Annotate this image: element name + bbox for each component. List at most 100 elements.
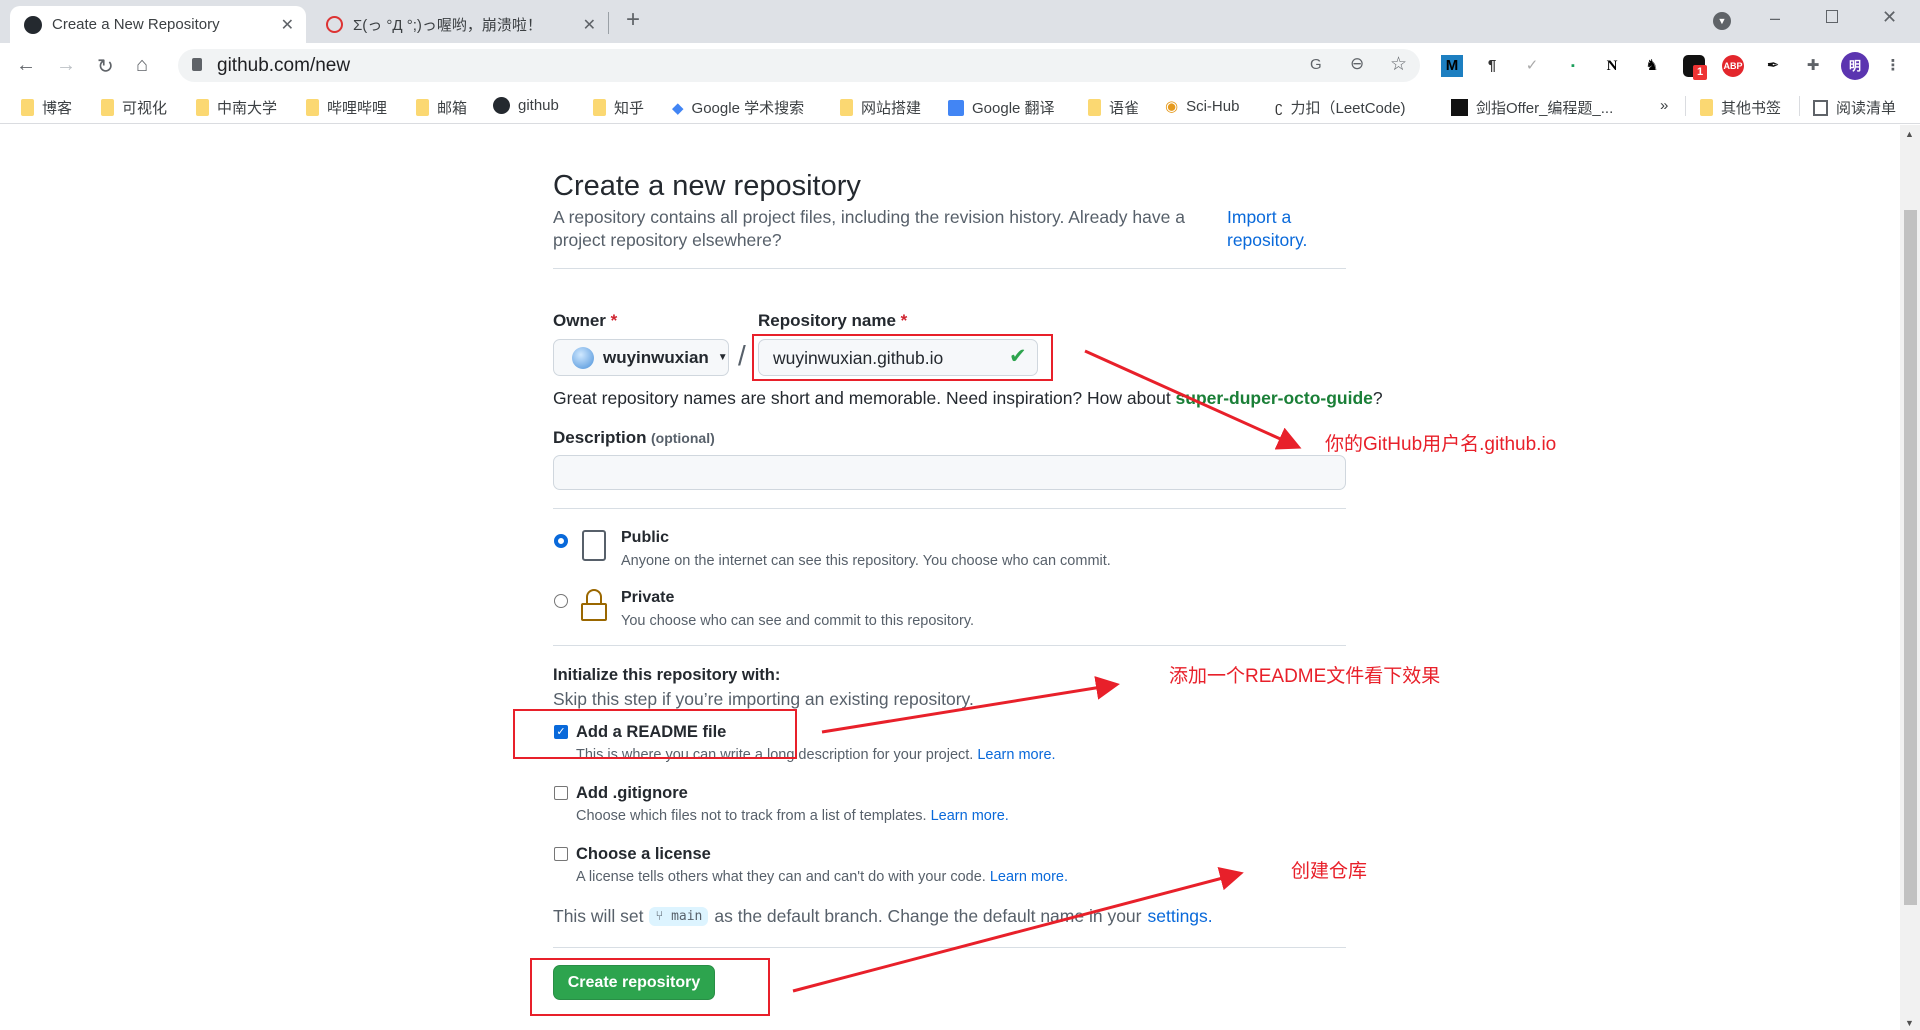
settings-link[interactable]: settings. (1147, 906, 1212, 927)
bookmark-item[interactable]: 剑指Offer_编程题_... (1451, 97, 1613, 118)
import-repository-link[interactable]: Import a repository. (1227, 206, 1317, 252)
bookmark-item[interactable]: 邮箱 (416, 97, 467, 118)
learn-more-link[interactable]: Learn more. (977, 747, 1055, 763)
scrollbar-thumb[interactable] (1904, 210, 1917, 905)
minimize-icon[interactable]: – (1770, 8, 1780, 29)
forward-icon[interactable]: → (56, 54, 76, 77)
suggested-name-link[interactable]: super-duper-octo-guide (1176, 388, 1373, 408)
extension-bird-icon[interactable]: ♞ (1641, 55, 1663, 77)
option-desc: Choose which files not to track from a l… (576, 808, 927, 824)
url-text[interactable]: github.com/new (217, 55, 350, 77)
init-title: Initialize this repository with: (553, 666, 781, 684)
extensions-puzzle-icon[interactable]: ✚ (1802, 55, 1824, 77)
bookmark-divider (1799, 96, 1800, 116)
folder-icon (1088, 99, 1101, 116)
reload-icon[interactable]: ↻ (97, 54, 114, 79)
translate-icon[interactable]: G (1310, 56, 1322, 73)
private-label[interactable]: Private (621, 589, 674, 607)
home-icon[interactable]: ⌂ (136, 54, 148, 77)
bookmark-item[interactable]: 中南大学 (196, 97, 277, 118)
divider (553, 947, 1346, 948)
private-description: You choose who can see and commit to thi… (621, 613, 975, 629)
back-icon[interactable]: ← (16, 54, 36, 77)
page-subtitle: A repository contains all project files,… (553, 207, 1185, 250)
bookmark-item[interactable]: ◉ Sci-Hub (1165, 97, 1239, 116)
extension-n-icon[interactable]: N (1601, 55, 1623, 77)
other-bookmarks[interactable]: 其他书签 (1700, 97, 1781, 118)
tab-divider (608, 12, 609, 34)
zoom-icon[interactable]: ⊖ (1350, 54, 1364, 74)
bookmark-label: 阅读清单 (1836, 100, 1897, 117)
bookmark-item[interactable]: 知乎 (593, 97, 644, 118)
close-tab-icon[interactable]: ✕ (281, 15, 294, 35)
bookmark-label: 可视化 (122, 100, 168, 117)
bookmarks-overflow-button[interactable]: » (1660, 97, 1668, 114)
annotation-create: 创建仓库 (1291, 861, 1368, 882)
gitignore-checkbox[interactable] (554, 786, 568, 800)
address-bar[interactable]: github.com/new G ⊖ ☆ (178, 49, 1420, 82)
bookmark-item[interactable]: 哔哩哔哩 (306, 97, 387, 118)
public-radio[interactable] (554, 534, 568, 548)
bookmark-label: Google 学术搜索 (691, 100, 805, 117)
tab-create-repository[interactable]: Create a New Repository ✕ (10, 6, 306, 43)
bookmark-label: 语雀 (1109, 100, 1140, 117)
branch-badge: ⑂ main (649, 907, 709, 926)
scroll-down-icon[interactable]: ▼ (1905, 1018, 1914, 1028)
optional-tag: (optional) (650, 430, 715, 446)
repo-name-label: Repository name * (758, 311, 907, 331)
extension-green-icon[interactable]: ▪ (1562, 55, 1584, 77)
close-window-icon[interactable]: ✕ (1882, 7, 1897, 28)
bookmark-item[interactable]: ◆ Google 学术搜索 (672, 97, 804, 118)
repo-label-text: Repository name (758, 311, 896, 330)
new-tab-button[interactable]: + (626, 6, 640, 34)
menu-icon[interactable]: ⋮ (1882, 55, 1904, 77)
github-icon (24, 15, 42, 34)
extension-feather-icon[interactable]: ✒ (1762, 55, 1784, 77)
owner-select[interactable]: wuyinwuxian ▼ (553, 339, 729, 376)
folder-icon (306, 99, 319, 116)
gitignore-label[interactable]: Add .gitignore (576, 784, 688, 803)
profile-avatar[interactable]: 明 (1841, 52, 1869, 80)
owner-repo-separator: / (738, 340, 746, 371)
folder-icon (196, 99, 209, 116)
public-label[interactable]: Public (621, 529, 669, 547)
close-tab-icon[interactable]: ✕ (583, 15, 596, 35)
adblock-icon[interactable]: ABP (1722, 55, 1744, 77)
restore-icon[interactable] (1826, 10, 1838, 23)
learn-more-link[interactable]: Learn more. (931, 808, 1009, 824)
owner-avatar (572, 346, 594, 369)
bookmark-item[interactable]: 语雀 (1088, 97, 1139, 118)
extension-m-icon[interactable]: M (1441, 55, 1463, 77)
extension-check-icon[interactable]: ✓ (1521, 55, 1543, 77)
learn-more-link[interactable]: Learn more. (990, 869, 1068, 885)
google-translate-icon (948, 99, 964, 116)
bookmark-item[interactable]: ʗ 力扣（LeetCode) (1275, 97, 1406, 118)
reading-list-icon (1813, 99, 1828, 116)
annotation-repo-name: 你的GitHub用户名.github.io (1325, 434, 1557, 455)
folder-icon (416, 99, 429, 116)
tab-search-icon[interactable]: ▼ (1713, 12, 1731, 30)
scrollbar[interactable]: ▲ ▼ (1900, 125, 1920, 1030)
bookmark-item[interactable]: Google 翻译 (948, 97, 1055, 118)
scroll-up-icon[interactable]: ▲ (1905, 129, 1914, 139)
folder-icon (1700, 99, 1713, 116)
extension-paragraph-icon[interactable]: ¶ (1481, 55, 1503, 77)
bookmark-label: Google 翻译 (972, 100, 1055, 117)
tab-bilibili[interactable]: Σ(っ °Д °;)っ喔哟，崩溃啦！ ✕ (312, 6, 608, 43)
extension-badge-count: 1 (1693, 65, 1707, 80)
public-description: Anyone on the internet can see this repo… (621, 553, 1111, 569)
bookmark-item[interactable]: github (493, 97, 559, 114)
reading-list[interactable]: 阅读清单 (1813, 97, 1896, 118)
license-label[interactable]: Choose a license (576, 845, 711, 864)
owner-label: Owner * (553, 311, 617, 331)
extension-badge-icon[interactable]: 1 (1683, 55, 1707, 80)
bookmark-star-icon[interactable]: ☆ (1390, 53, 1407, 76)
bookmark-item[interactable]: 博客 (21, 97, 72, 118)
description-label-text: Description (553, 428, 647, 447)
private-radio[interactable] (554, 594, 568, 608)
bookmark-item[interactable]: 可视化 (101, 97, 167, 118)
bookmark-item[interactable]: 网站搭建 (840, 97, 921, 118)
description-input[interactable] (553, 455, 1346, 490)
required-mark: * (900, 311, 908, 330)
license-checkbox[interactable] (554, 847, 568, 861)
